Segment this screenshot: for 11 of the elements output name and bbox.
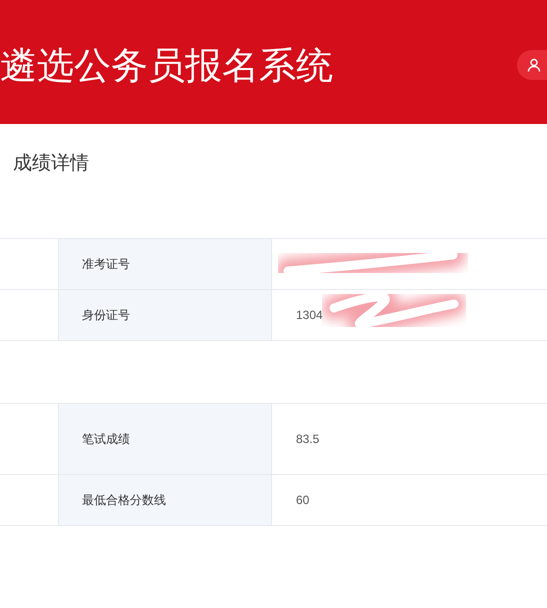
field-value: 1304 [296, 307, 323, 324]
system-title: 遴选公务员报名系统 [0, 46, 333, 84]
field-value: 60 [296, 492, 310, 509]
field-label: 准考证号 [59, 239, 272, 289]
field-label: 最低合格分数线 [59, 475, 272, 525]
field-label: 身份证号 [59, 290, 272, 340]
user-icon [527, 58, 541, 72]
section-title: 成绩详情 [13, 150, 89, 176]
field-value: 83.5 [296, 431, 320, 448]
field-label: 笔试成绩 [59, 404, 272, 474]
user-button[interactable] [517, 50, 547, 80]
